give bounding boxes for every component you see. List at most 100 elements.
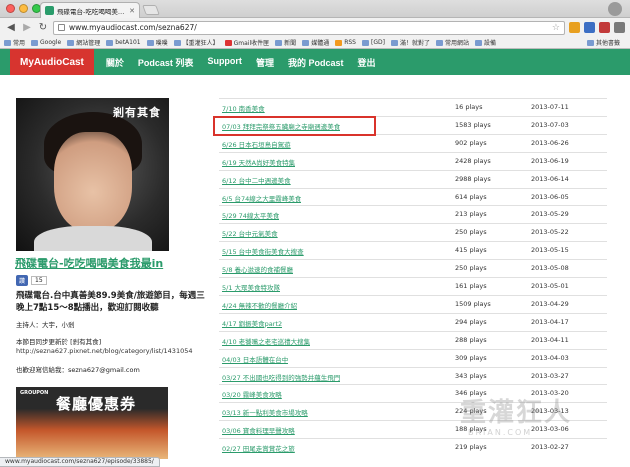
menu-icon[interactable]: [614, 22, 625, 33]
episode-title-link[interactable]: 03/06 寶食料理早聲攻略: [222, 425, 295, 435]
profile-avatar[interactable]: [608, 2, 622, 16]
episode-title-link[interactable]: 4/10 老饕嘴之老宅巡禮大搜集: [222, 336, 310, 346]
facebook-like: 讚 15: [16, 275, 47, 286]
minimize-window-button[interactable]: [19, 4, 28, 13]
episode-date: 2013-06-05: [531, 192, 569, 201]
episode-row: 5/22 台中元氣美食 250 plays 2013-05-22: [219, 223, 607, 240]
episode-row: 6/12 台中二中週邊美食 2988 plays 2013-06-14: [219, 169, 607, 187]
bookmark-item[interactable]: 常用: [4, 38, 31, 47]
nav-my-podcast[interactable]: 我的 Podcast: [288, 56, 344, 69]
episode-plays: 219 plays: [455, 443, 487, 452]
bookmark-item[interactable]: Google: [31, 39, 67, 46]
close-window-button[interactable]: [6, 4, 15, 13]
episode-title-link[interactable]: 04/03 日本語體在台中: [222, 354, 288, 364]
episode-title-link[interactable]: 4/17 劉振美食part2: [222, 318, 282, 328]
episode-plays: 2428 plays: [455, 156, 491, 165]
folder-icon: [302, 39, 310, 46]
watermark-text: 重灌狂人: [460, 398, 573, 428]
episode-title-link[interactable]: 7/10 南香美食: [222, 103, 265, 113]
brand-logo[interactable]: MyAudioCast: [10, 49, 94, 75]
bookmark-star-icon[interactable]: ☆: [552, 23, 560, 33]
episode-plays: 2988 plays: [455, 174, 491, 183]
episode-plays: 614 plays: [455, 192, 487, 201]
episode-title-link[interactable]: 4/24 無辣不歡的餐廳介紹: [222, 300, 297, 310]
episode-title-link[interactable]: 03/13 新一點利美食市場攻略: [222, 407, 308, 417]
groupon-logo: GROUPON: [20, 390, 49, 396]
episode-date: 2013-07-11: [531, 103, 569, 111]
episode-title-link[interactable]: 03/20 霧峰美食攻略: [222, 389, 282, 399]
episode-title-link[interactable]: 03/27 不出國也吃得到的強勢并蘊生飛門: [222, 372, 340, 382]
episode-title-link[interactable]: 6/19 天然A尚好美食特集: [222, 157, 295, 167]
episode-date: 2013-07-03: [531, 120, 569, 129]
episode-date: 2013-05-08: [531, 264, 569, 273]
bookmark-item[interactable]: 設備: [474, 38, 502, 47]
folder-icon: [67, 39, 75, 46]
favicon-icon: [45, 6, 54, 15]
bookmark-item[interactable]: 媒體通: [302, 38, 335, 47]
extension-icon[interactable]: [584, 22, 595, 33]
like-button[interactable]: 讚: [16, 275, 29, 286]
episode-title-link[interactable]: 6/26 日本石垣島自駕遊: [222, 139, 291, 149]
nav-support[interactable]: Support: [207, 56, 242, 69]
bookmark-item[interactable]: [GD]: [362, 39, 391, 46]
episode-title-link[interactable]: 5/8 養心滋速的食補餐廳: [222, 264, 293, 274]
groupon-ad-banner[interactable]: GROUPON 餐廳優惠券: [16, 387, 168, 459]
episode-row: 4/17 劉振美食part2 294 plays 2013-04-17: [219, 312, 607, 330]
episode-date: 2013-04-11: [531, 335, 569, 344]
episode-title-link[interactable]: 5/29 74線太平美食: [222, 210, 279, 220]
browser-tab[interactable]: 飛碟電台-吃吃喝喝美食我最... ✕: [40, 2, 140, 18]
episode-plays: 309 plays: [455, 353, 487, 362]
folder-icon: [390, 39, 398, 46]
bookmark-item[interactable]: RSS: [335, 39, 362, 46]
nav-about[interactable]: 關於: [106, 56, 124, 69]
back-icon[interactable]: ◀: [5, 22, 17, 33]
episode-row: 6/26 日本石垣島自駕遊 902 plays 2013-06-26: [219, 133, 607, 151]
episode-title-link[interactable]: 6/5 台74線之大里霧峰美食: [222, 193, 301, 203]
episode-date: 2013-03-27: [531, 371, 569, 380]
nav-podcast-list[interactable]: Podcast 列表: [138, 56, 194, 69]
bookmark-item[interactable]: 常用網站: [435, 38, 475, 47]
bookmark-item[interactable]: Gmail收件匣: [224, 38, 276, 47]
forward-icon[interactable]: ▶: [21, 22, 33, 33]
episode-title-link[interactable]: 02/27 田尾走賞賞花之旅: [222, 443, 295, 453]
bookmark-item[interactable]: 滿！就對了: [390, 38, 436, 47]
episode-date: 2013-05-01: [531, 282, 569, 290]
extension-icon[interactable]: [569, 22, 580, 33]
episode-row: 03/27 不出國也吃得到的強勢并蘊生飛門 343 plays 2013-03-27: [219, 366, 607, 384]
nav-manage[interactable]: 管理: [256, 56, 274, 69]
episode-date: 2013-06-19: [531, 156, 569, 165]
nav-logout[interactable]: 登出: [357, 56, 375, 69]
episode-title-link[interactable]: 6/12 台中二中週邊美食: [222, 175, 291, 185]
bookmark-item[interactable]: 【重灌狂人】: [173, 38, 225, 47]
episode-plays: 1509 plays: [455, 299, 491, 308]
site-navbar: MyAudioCast 關於 Podcast 列表 Support 管理 我的 …: [0, 49, 630, 75]
bookmark-item[interactable]: 新聞: [275, 38, 302, 47]
folder-icon: [31, 39, 39, 46]
other-bookmarks[interactable]: 其他書籤: [586, 38, 626, 47]
bookmark-item[interactable]: 噗噗: [146, 38, 174, 47]
podcast-title-link[interactable]: 飛碟電台-吃吃喝喝美食我最in: [15, 255, 163, 271]
new-tab-button[interactable]: [142, 5, 160, 15]
sync-url-link[interactable]: http://sezna627.pixnet.net/blog/category…: [16, 347, 192, 355]
episode-plays: 250 plays: [455, 228, 487, 237]
episode-row: 5/29 74線太平美食 213 plays 2013-05-29: [219, 205, 607, 222]
episode-title-link[interactable]: 5/1 大眾美食特攻隊: [222, 282, 280, 292]
bookmark-item[interactable]: betA101: [106, 39, 146, 46]
folder-icon: [474, 39, 482, 46]
tab-close-icon[interactable]: ✕: [129, 7, 135, 15]
episode-row: 5/15 台中美食街美食大搜查 415 plays 2013-05-15: [219, 241, 607, 258]
episode-title-link[interactable]: 5/15 台中美食街美食大搜查: [222, 246, 304, 256]
episode-plays: 343 plays: [455, 371, 487, 380]
bookmark-item[interactable]: 網站管理: [67, 38, 106, 47]
reload-icon[interactable]: ↻: [37, 22, 49, 33]
cover-caption: 剎有其食: [113, 106, 161, 119]
address-bar[interactable]: www.myaudiocast.com/sezna627/ ☆: [53, 20, 565, 35]
episode-title-link[interactable]: 5/22 台中元氣美食: [222, 228, 278, 238]
cover-face: [54, 132, 132, 232]
extension-icon[interactable]: [599, 22, 610, 33]
episode-plays: 16 plays: [455, 103, 483, 111]
folder-icon: [275, 39, 283, 46]
episode-row: 4/24 無辣不歡的餐廳介紹 1509 plays 2013-04-29: [219, 294, 607, 312]
episode-row: 5/8 養心滋速的食補餐廳 250 plays 2013-05-08: [219, 259, 607, 276]
podcast-description: 飛碟電台.台中真善美89.9美食/旅遊節目，每週三晚上7點15～8點播出，歡迎訂…: [16, 291, 205, 313]
